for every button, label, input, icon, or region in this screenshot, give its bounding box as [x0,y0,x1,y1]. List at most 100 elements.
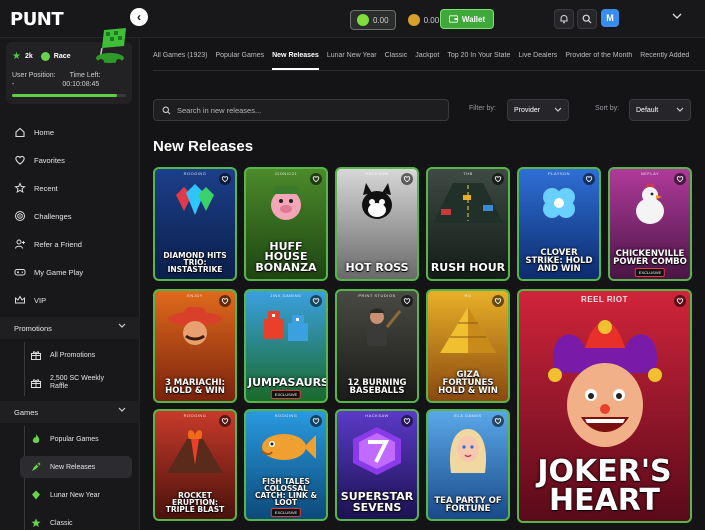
favorite-button[interactable] [401,295,413,307]
race-label: Race [53,53,71,60]
games-header[interactable]: Games [0,401,140,423]
games-item-label: New Releases [50,463,96,471]
favorite-button[interactable] [401,415,413,427]
tab-provider-of-the-month[interactable]: Provider of the Month [565,52,632,70]
tab-classic[interactable]: Classic [385,52,408,70]
sidebar-item-favorites[interactable]: Favorites [14,150,65,170]
game-title: Clover Strike: Hold and Win [525,247,593,274]
tab-live-dealers[interactable]: Live Dealers [518,52,557,70]
crown-icon [15,295,25,304]
game-title: Chickenville Power Combo [613,248,687,267]
sc-balance-toggle[interactable]: 0.00 [350,10,396,30]
game-tile[interactable]: RG Giza Fortunes Hold & Win [426,289,510,403]
games-item-classic[interactable]: Classic [20,512,73,530]
game-title: Hot Ross [345,260,409,274]
gc-balance-toggle[interactable]: 0.00 [402,10,446,30]
game-tile[interactable]: NEFLAY Chickenville Power Combo EXCLUSIVE [608,167,692,281]
favorite-button[interactable] [674,295,686,307]
tab-recently-added[interactable]: Recently Added [640,52,689,70]
rocket-icon [32,462,41,471]
avatar[interactable]: M [601,9,619,27]
tab-top-20-in-your-state[interactable]: Top 20 In Your State [447,52,510,70]
search-button[interactable] [577,9,597,29]
tab-new-releases[interactable]: New Releases [272,52,319,70]
star-icon: ★ [12,51,21,62]
favorite-button[interactable] [310,173,322,185]
game-tile[interactable]: THB Rush Hour [426,167,510,281]
game-tile[interactable]: PLAYSON Clover Strike: Hold and Win [517,167,601,281]
sort-select[interactable]: Default [629,99,691,121]
sweeps-coin-icon [357,14,369,26]
home-icon [15,127,25,138]
game-artwork [433,183,503,228]
heart-icon [494,298,502,305]
favorite-button[interactable] [492,173,504,185]
games-item-new-releases[interactable]: New Releases [20,456,132,478]
notifications-button[interactable] [554,9,574,29]
sidebar-item-label: Favorites [34,155,65,165]
exclusive-badge: EXCLUSIVE [270,508,302,517]
game-tile[interactable]: ROOGING Diamond Hits Trio: Instastrike [153,167,237,281]
favorite-button[interactable] [219,415,231,427]
sidebar-item-home[interactable]: Home [14,122,54,142]
favorite-button[interactable] [401,173,413,185]
game-tile[interactable]: HACKSAW Superstar Sevens [335,409,419,521]
game-title: Fish Tales Colossal Catch: Link & Loot [254,476,318,507]
favorite-button[interactable] [674,173,686,185]
app-logo[interactable]: PUNT [10,9,64,30]
game-title: Joker's Heart [537,454,672,518]
game-title: 12 Burning Baseballs [347,377,407,396]
search-box[interactable] [153,99,449,121]
star-icon [14,182,26,194]
points-value: 2k [24,53,33,60]
game-title: Rush Hour [430,260,506,274]
race-card[interactable]: ★ 2k Race User Position: Time Left: - 00… [6,28,132,104]
game-tile[interactable]: ROOGING Rocket Eruption: Triple Blast [153,409,237,521]
tab-lunar-new-year[interactable]: Lunar New Year [327,52,377,70]
sidebar-item-refer-a-friend[interactable]: Refer a Friend [14,234,82,254]
favorite-button[interactable] [492,415,504,427]
wallet-button[interactable]: Wallet [440,9,494,29]
favorite-button[interactable] [310,295,322,307]
favorite-button[interactable] [583,173,595,185]
filter-label: Filter by: [469,105,496,112]
game-tile[interactable]: ROOGING Fish Tales Colossal Catch: Link &… [244,409,328,521]
game-tile[interactable]: ICONIC21 Huff House Bonanza [244,167,328,281]
game-tile[interactable]: PRINT STUDIOS 12 Burning Baseballs [335,289,419,403]
tab-popular-games[interactable]: Popular Games [215,52,264,70]
search-input[interactable] [177,105,437,115]
sidebar-item-vip[interactable]: VIP [14,290,46,310]
chevron-down-icon[interactable] [672,13,682,20]
game-tile[interactable]: ELA GAMES Tea Party of Fortune [426,409,510,521]
sidebar-item-recent[interactable]: Recent [14,178,58,198]
game-artwork [443,425,493,480]
games-item-lunar-new-year[interactable]: Lunar New Year [20,484,100,506]
favorite-button[interactable] [219,295,231,307]
tab-all-games-1923[interactable]: All Games (1923) [153,52,207,70]
heart-icon [403,418,411,425]
app-root: PUNT ‹ 0.00 0.00 Wallet M ★ 2k Race User… [0,0,705,530]
balance-group: 0.00 0.00 [350,9,445,31]
tab-jackpot[interactable]: Jackpot [415,52,439,70]
wallet-icon [448,15,458,23]
promotions-header[interactable]: Promotions [0,317,140,339]
heart-icon [221,176,229,183]
sidebar-item-my-game-play[interactable]: My Game Play [14,262,83,282]
favorite-button[interactable] [219,173,231,185]
promotion-item-all-promotions[interactable]: All Promotions [20,344,120,366]
sc-balance: 0.00 [373,15,389,25]
search-icon [162,106,171,114]
promotion-item-2-500-sc-weekly-raffle[interactable]: 2,500 SC Weekly Raffle [20,368,120,398]
game-tile[interactable]: ENJOY 3 Mariachi: Hold & Win [153,289,237,403]
game-artwork [625,183,675,232]
collapse-sidebar-button[interactable]: ‹ [130,8,148,26]
sidebar-item-challenges[interactable]: Challenges [14,206,72,226]
game-tile[interactable]: REEL RIOT Joker's Heart [517,289,692,523]
chevron-down-icon [554,107,562,112]
games-item-popular-games[interactable]: Popular Games [20,428,99,450]
provider-select[interactable]: Provider [507,99,569,121]
game-tile[interactable]: JINX GAMING Jumpasaurs! EXCLUSIVE [244,289,328,403]
favorite-button[interactable] [492,295,504,307]
game-tile[interactable]: HACKSAW Hot Ross [335,167,419,281]
favorite-button[interactable] [310,415,322,427]
